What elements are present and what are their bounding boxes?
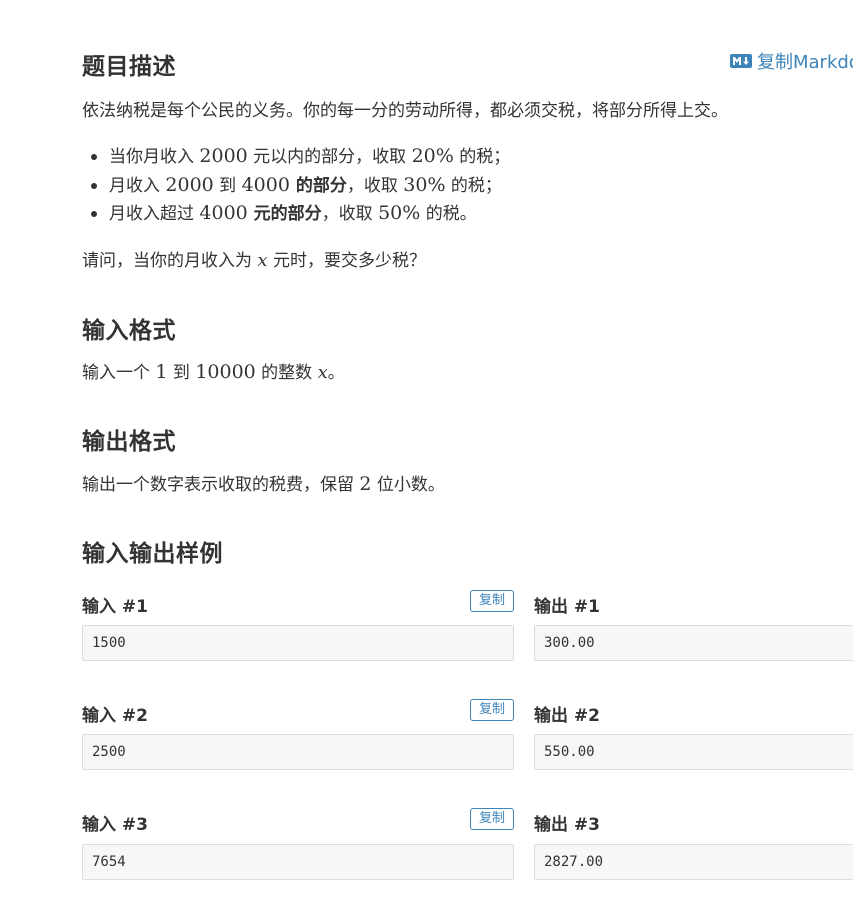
copy-markdown-label: 复制Markdown (757, 52, 853, 73)
sample-output-box[interactable]: 300.00 (534, 625, 853, 661)
copy-sample-button[interactable]: 复制 (470, 590, 514, 612)
sample-output-box[interactable]: 550.00 (534, 734, 853, 770)
section-title-output-format: 输出格式 (82, 429, 176, 455)
list-item: 当你月收入 2000 元以内的部分，收取 20% 的税； (82, 142, 510, 171)
output-format-text: 输出一个数字表示收取的税费，保留 2 位小数。 (82, 473, 445, 495)
list-item: 月收入 2000 到 4000 的部分，收取 30% 的税； (82, 171, 510, 200)
sample-output-label: 输出 #1 (534, 597, 600, 617)
copy-sample-button[interactable]: 复制 (470, 699, 514, 721)
description-intro: 依法纳税是每个公民的义务。你的每一分的劳动所得，都必须交税，将部分所得上交。 (82, 101, 728, 121)
description-question: 请问，当你的月收入为 x 元时，要交多少税？ (82, 250, 426, 271)
sample-input-label: 输入 #2 (82, 706, 148, 726)
sample-output-label: 输出 #3 (534, 815, 600, 835)
sample-input-box[interactable]: 7654 (82, 844, 514, 880)
markdown-icon (730, 54, 752, 68)
section-title-description: 题目描述 (82, 54, 176, 80)
sample-input-box[interactable]: 2500 (82, 734, 514, 770)
input-format-text: 输入一个 1 到 10000 的整数 x。 (82, 361, 345, 383)
sample-input-label: 输入 #3 (82, 815, 148, 835)
sample-input-box[interactable]: 1500 (82, 625, 514, 661)
section-title-samples: 输入输出样例 (82, 541, 223, 567)
sample-output-box[interactable]: 2827.00 (534, 844, 853, 880)
list-item: 月收入超过 4000 元的部分，收取 50% 的税。 (82, 199, 510, 228)
section-title-input-format: 输入格式 (82, 318, 176, 344)
sample-output-label: 输出 #2 (534, 706, 600, 726)
copy-sample-button[interactable]: 复制 (470, 808, 514, 830)
tax-rules-list: 当你月收入 2000 元以内的部分，收取 20% 的税； 月收入 2000 到 … (82, 142, 510, 228)
copy-markdown-button[interactable]: 复制Markdown (730, 48, 853, 74)
sample-input-label: 输入 #1 (82, 597, 148, 617)
